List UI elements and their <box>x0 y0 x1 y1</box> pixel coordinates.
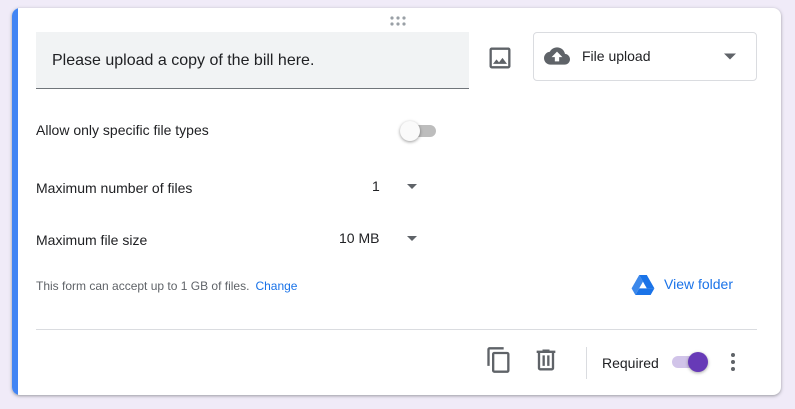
more-vert-icon <box>731 353 735 371</box>
max-files-value: 1 <box>372 178 380 194</box>
cloud-upload-icon <box>544 47 570 65</box>
chevron-down-icon <box>407 236 417 241</box>
required-label: Required <box>602 355 659 371</box>
toggle-thumb <box>400 121 420 141</box>
chevron-down-icon <box>407 184 417 189</box>
footer-divider <box>36 329 757 330</box>
chevron-down-icon <box>724 53 736 60</box>
image-icon <box>489 47 511 69</box>
footer-separator <box>586 347 587 379</box>
copy-icon <box>487 347 510 373</box>
question-type-dropdown[interactable]: File upload <box>533 32 757 81</box>
question-title[interactable]: Please upload a copy of the bill here. <box>52 52 314 70</box>
max-files-label: Maximum number of files <box>36 180 193 196</box>
upload-limit-note: This form can accept up to 1 GB of files… <box>36 279 297 293</box>
change-limit-link[interactable]: Change <box>255 279 297 293</box>
question-type-label: File upload <box>582 48 651 64</box>
max-size-select[interactable]: 10 MB <box>337 227 422 249</box>
max-size-label: Maximum file size <box>36 232 148 248</box>
active-card-accent <box>12 8 18 395</box>
max-files-select[interactable]: 1 <box>367 175 422 197</box>
question-title-field[interactable]: Please upload a copy of the bill here. <box>36 32 469 89</box>
allow-file-types-label: Allow only specific file types <box>36 122 209 138</box>
more-options-button[interactable] <box>721 348 745 376</box>
trash-icon <box>536 349 556 371</box>
drag-handle-icon[interactable] <box>389 15 407 27</box>
upload-limit-text: This form can accept up to 1 GB of files… <box>36 279 250 293</box>
duplicate-button[interactable] <box>485 346 513 374</box>
max-size-value: 10 MB <box>339 230 380 246</box>
toggle-thumb <box>688 352 708 372</box>
google-drive-icon <box>631 275 655 295</box>
question-card: Please upload a copy of the bill here. F… <box>12 8 781 395</box>
allow-file-types-toggle[interactable] <box>398 119 438 141</box>
required-toggle[interactable] <box>670 351 712 373</box>
add-image-button[interactable] <box>486 44 514 72</box>
delete-button[interactable] <box>532 346 560 374</box>
view-folder-label: View folder <box>664 276 734 292</box>
